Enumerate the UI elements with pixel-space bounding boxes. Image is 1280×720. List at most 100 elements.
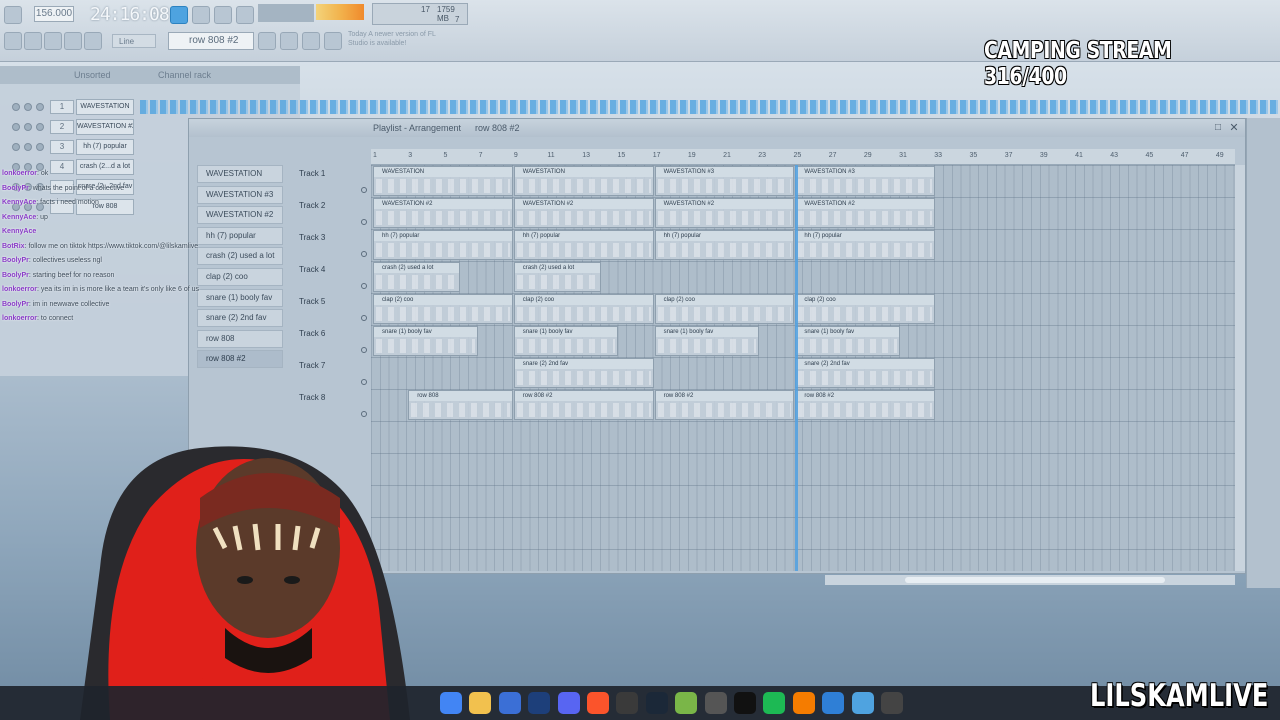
track-header[interactable]: Track 3 [297, 229, 371, 261]
pattern-clip[interactable]: hh (7) popular [513, 230, 654, 260]
pattern-item[interactable]: WAVESTATION [197, 165, 283, 183]
playhead-marker[interactable] [795, 165, 799, 571]
pattern-clip[interactable]: snare (1) booly fav [513, 326, 619, 356]
pattern-clip[interactable]: clap (2) coo [654, 294, 795, 324]
mixer-side-strip[interactable] [1246, 118, 1280, 588]
pattern-clip[interactable]: hh (7) popular [795, 230, 936, 260]
maximize-icon[interactable]: □ [1211, 121, 1225, 135]
channel-name-button[interactable]: WAVESTATION [76, 99, 134, 115]
pattern-clip[interactable]: WAVESTATION #2 [513, 198, 654, 228]
bluetooth-icon[interactable] [822, 692, 845, 714]
pattern-clip[interactable]: snare (1) booly fav [373, 326, 478, 356]
pattern-clip[interactable]: WAVESTATION [373, 166, 513, 196]
track-header[interactable]: Track 1 [297, 165, 371, 197]
pattern-clip[interactable]: WAVESTATION [513, 166, 654, 196]
pattern-clip[interactable]: snare (2) 2nd fav [513, 358, 654, 388]
pattern-clip[interactable]: WAVESTATION #2 [795, 198, 936, 228]
update-notice[interactable]: Today A newer version of FL Studio is av… [348, 30, 438, 52]
track-header[interactable]: Track 8 [297, 389, 371, 421]
track-mute-icon[interactable] [361, 347, 367, 353]
spotify-icon[interactable] [763, 692, 786, 714]
channel-row[interactable]: 2 WAVESTATION #2 [6, 118, 136, 136]
pattern-clip[interactable]: row 808 #2 [795, 390, 936, 420]
snap-button[interactable] [4, 32, 22, 50]
pattern-clip[interactable]: row 808 #2 [513, 390, 654, 420]
channel-number[interactable]: 4 [50, 160, 74, 174]
pattern-item[interactable]: crash (2) used a lot [197, 247, 283, 266]
channel-row[interactable]: 1 WAVESTATION [6, 98, 136, 116]
channel-row[interactable]: 3 hh (7) popular [6, 138, 136, 156]
menu-button[interactable] [4, 6, 22, 24]
song-mode-button[interactable] [192, 6, 210, 24]
snap-mode-select[interactable]: Line [112, 34, 156, 48]
track-mute-icon[interactable] [361, 219, 367, 225]
mute-led-icon[interactable] [12, 143, 20, 151]
channel-knob-icon[interactable] [36, 103, 44, 111]
brave-icon[interactable] [587, 692, 609, 714]
pattern-item[interactable]: WAVESTATION #2 [197, 206, 283, 225]
channel-knob-icon[interactable] [36, 123, 44, 131]
scrollbar-thumb[interactable] [905, 577, 1165, 583]
track-mute-icon[interactable] [361, 283, 367, 289]
track-mute-icon[interactable] [361, 251, 367, 257]
pattern-clip[interactable]: hh (7) popular [654, 230, 795, 260]
pattern-clip[interactable]: hh (7) popular [373, 230, 513, 260]
pattern-clip[interactable]: WAVESTATION #3 [795, 166, 936, 196]
pattern-item[interactable]: snare (1) booly fav [197, 288, 283, 307]
pattern-clip[interactable]: clap (2) coo [795, 294, 936, 324]
mixer-button[interactable] [24, 32, 42, 50]
channel-knob-icon[interactable] [24, 123, 32, 131]
pattern-clip[interactable]: snare (2) 2nd fav [795, 358, 936, 388]
playlist-button[interactable] [64, 32, 82, 50]
track-mute-icon[interactable] [361, 411, 367, 417]
pattern-clip[interactable]: clap (2) coo [373, 294, 513, 324]
update-icon[interactable] [324, 32, 342, 50]
pattern-clip[interactable]: snare (1) booly fav [654, 326, 760, 356]
obs-icon[interactable] [616, 692, 639, 714]
channel-number[interactable]: 2 [50, 120, 74, 134]
pattern-selector[interactable]: row 808 #2 [168, 32, 254, 50]
close-icon[interactable]: ✕ [1227, 121, 1241, 135]
channel-name-button[interactable]: crash (2...d a lot [76, 159, 134, 175]
typing-keyboard-button[interactable] [302, 32, 320, 50]
channel-filter[interactable]: Unsorted [74, 70, 111, 80]
pattern-clip[interactable]: clap (2) coo [513, 294, 654, 324]
timeline-ruler[interactable]: 1 3 5 7 9 11 13 15 17 19 21 23 25 27 29 31 33 35 37 39 41 43 4… [371, 149, 1235, 165]
notepad-icon[interactable] [851, 692, 874, 714]
pattern-clip[interactable]: WAVESTATION #2 [373, 198, 513, 228]
arrangement-grid[interactable]: WAVESTATION WAVESTATION WAVESTATION #3 WAVE… [371, 165, 1235, 571]
track-header[interactable]: Track 7 [297, 357, 371, 389]
mute-led-icon[interactable] [12, 123, 20, 131]
pattern-clip[interactable]: crash (2) used a lot [373, 262, 460, 292]
pattern-clip[interactable]: snare (1) booly fav [795, 326, 900, 356]
pattern-clip[interactable]: row 808 [408, 390, 513, 420]
tempo-display[interactable]: 156.000 [34, 6, 74, 22]
pattern-item[interactable]: hh (7) popular [197, 226, 283, 245]
pattern-item[interactable]: WAVESTATION #3 [197, 185, 283, 204]
track-header[interactable]: Track 6 [297, 325, 371, 357]
channel-name-button[interactable]: WAVESTATION #2 [76, 119, 134, 135]
pattern-clip[interactable]: WAVESTATION #2 [654, 198, 795, 228]
channel-knob-icon[interactable] [36, 143, 44, 151]
channel-name-button[interactable]: hh (7) popular [76, 139, 134, 155]
track-header[interactable]: Track 5 [297, 293, 371, 325]
pattern-item[interactable]: clap (2) coo [197, 268, 283, 286]
track-mute-icon[interactable] [361, 187, 367, 193]
app-icon[interactable] [704, 692, 727, 714]
fl-studio-icon[interactable] [792, 692, 815, 714]
metronome-button[interactable] [236, 6, 254, 24]
channel-knob-icon[interactable] [24, 143, 32, 151]
folder-icon[interactable] [469, 692, 492, 714]
channel-number[interactable]: 1 [50, 100, 74, 114]
step-button[interactable] [258, 32, 276, 50]
channel-number[interactable]: 3 [50, 140, 74, 154]
channel-knob-icon[interactable] [24, 103, 32, 111]
capcut-icon[interactable] [734, 692, 756, 714]
slide-button[interactable] [280, 32, 298, 50]
chrome-icon[interactable] [440, 692, 462, 714]
vertical-scrollbar[interactable] [1235, 165, 1245, 571]
pattern-clip[interactable]: crash (2) used a lot [513, 262, 601, 292]
play-icon[interactable] [881, 692, 903, 714]
track-header[interactable]: Track 2 [297, 197, 371, 229]
mic-button[interactable] [84, 32, 102, 50]
